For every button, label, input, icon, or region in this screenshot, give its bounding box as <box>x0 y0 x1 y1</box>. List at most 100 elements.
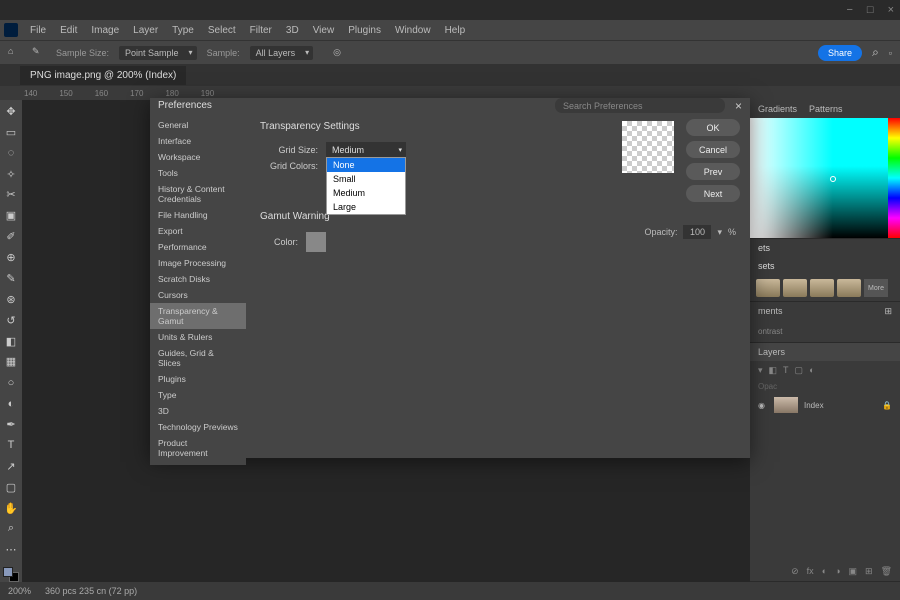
link-layers-icon[interactable]: ⊘ <box>791 566 799 577</box>
search-icon[interactable]: ⌕ <box>872 45 879 60</box>
crop-tool-icon[interactable]: ✂ <box>3 188 19 203</box>
stamp-tool-icon[interactable]: ⊛ <box>3 292 19 307</box>
color-field[interactable] <box>750 118 888 238</box>
prefs-category-transparency-gamut[interactable]: Transparency & Gamut <box>150 303 246 329</box>
search-preferences-input[interactable]: Search Preferences <box>555 98 725 113</box>
menu-image[interactable]: Image <box>85 23 125 38</box>
prefs-category-export[interactable]: Export <box>150 223 246 239</box>
prefs-category-tools[interactable]: Tools <box>150 165 246 181</box>
color-swatches[interactable] <box>3 567 19 582</box>
layer-filter-icon[interactable]: ▢ <box>795 365 804 376</box>
prev-button[interactable]: Prev <box>686 163 740 180</box>
gamut-color-swatch[interactable] <box>306 232 326 252</box>
menu-select[interactable]: Select <box>202 23 242 38</box>
path-tool-icon[interactable]: ↗ <box>3 459 19 474</box>
layer-mask-icon[interactable]: ◐ <box>822 566 827 577</box>
layer-thumbnail[interactable] <box>774 397 798 413</box>
hand-tool-icon[interactable]: ✋ <box>3 501 19 516</box>
preset-more-button[interactable]: More <box>864 279 888 297</box>
maximize-button[interactable]: □ <box>867 4 874 16</box>
prefs-category-plugins[interactable]: Plugins <box>150 371 246 387</box>
preset-thumb[interactable] <box>837 279 861 297</box>
gradient-tool-icon[interactable]: ▦ <box>3 355 19 370</box>
eyedropper-icon[interactable]: ✎ <box>32 46 46 60</box>
prefs-category-image-processing[interactable]: Image Processing <box>150 255 246 271</box>
layer-style-icon[interactable]: fx <box>807 566 814 577</box>
prefs-category-history-content-credentials[interactable]: History & Content Credentials <box>150 181 246 207</box>
menu-layer[interactable]: Layer <box>127 23 164 38</box>
prefs-category-file-handling[interactable]: File Handling <box>150 207 246 223</box>
marquee-tool-icon[interactable]: ▭ <box>3 125 19 140</box>
menu-type[interactable]: Type <box>166 23 200 38</box>
zoom-tool-icon[interactable]: ⌕ <box>3 522 19 537</box>
eraser-tool-icon[interactable]: ◧ <box>3 334 19 349</box>
pen-tool-icon[interactable]: ✒ <box>3 417 19 432</box>
prefs-category-product-improvement[interactable]: Product Improvement <box>150 435 246 461</box>
gamut-opacity-input[interactable]: 100 <box>683 225 711 239</box>
wand-tool-icon[interactable]: ✧ <box>3 167 19 182</box>
prefs-category-3d[interactable]: 3D <box>150 403 246 419</box>
dodge-tool-icon[interactable]: ◐ <box>3 396 19 411</box>
document-info[interactable]: 360 pcs 235 cn (72 pp) <box>45 586 137 596</box>
opacity-stepper-icon[interactable]: ▾ <box>717 227 722 238</box>
type-tool-icon[interactable]: T <box>3 438 19 453</box>
document-tab[interactable]: PNG image.png @ 200% (Index) <box>20 66 186 85</box>
hue-slider[interactable] <box>888 118 900 238</box>
prefs-category-guides-grid-slices[interactable]: Guides, Grid & Slices <box>150 345 246 371</box>
color-picker[interactable] <box>750 118 900 238</box>
menu-view[interactable]: View <box>307 23 341 38</box>
preset-thumb[interactable] <box>756 279 780 297</box>
prefs-category-performance[interactable]: Performance <box>150 239 246 255</box>
preset-thumb[interactable] <box>810 279 834 297</box>
layer-row[interactable]: ◉ Index 🔒 <box>750 393 900 417</box>
tab-patterns[interactable]: Patterns <box>809 104 843 114</box>
menu-file[interactable]: File <box>24 23 52 38</box>
menu-window[interactable]: Window <box>389 23 437 38</box>
layer-filter-icon[interactable]: ▾ <box>758 365 763 376</box>
lock-icon[interactable]: 🔒 <box>882 401 892 410</box>
menu-3d[interactable]: 3D <box>280 23 305 38</box>
grid-size-option-small[interactable]: Small <box>327 172 405 186</box>
share-button[interactable]: Share <box>818 45 862 61</box>
prefs-category-general[interactable]: General <box>150 117 246 133</box>
sample-ring-icon[interactable]: ◎ <box>333 47 341 58</box>
prefs-category-scratch-disks[interactable]: Scratch Disks <box>150 271 246 287</box>
brush-tool-icon[interactable]: ✎ <box>3 271 19 286</box>
blur-tool-icon[interactable]: ○ <box>3 375 19 390</box>
cancel-button[interactable]: Cancel <box>686 141 740 158</box>
menu-filter[interactable]: Filter <box>244 23 278 38</box>
group-icon[interactable]: ▣ <box>849 566 858 577</box>
close-window-button[interactable]: × <box>888 4 894 16</box>
prefs-category-units-rulers[interactable]: Units & Rulers <box>150 329 246 345</box>
lasso-tool-icon[interactable]: ◌ <box>3 146 19 161</box>
grid-size-dropdown[interactable]: Medium NoneSmallMediumLarge <box>326 142 406 157</box>
menu-plugins[interactable]: Plugins <box>342 23 387 38</box>
grid-size-option-medium[interactable]: Medium <box>327 186 405 200</box>
eyedropper-tool-icon[interactable]: ✐ <box>3 229 19 244</box>
layer-name-label[interactable]: Index <box>804 401 824 410</box>
home-icon[interactable]: ⌂ <box>8 46 22 60</box>
preset-thumb[interactable] <box>783 279 807 297</box>
prefs-category-type[interactable]: Type <box>150 387 246 403</box>
tab-gradients[interactable]: Gradients <box>758 104 797 114</box>
prefs-category-cursors[interactable]: Cursors <box>150 287 246 303</box>
grid-size-option-none[interactable]: None <box>327 158 405 172</box>
visibility-toggle-icon[interactable]: ◉ <box>758 401 768 410</box>
new-layer-icon[interactable]: ⊞ <box>865 566 873 577</box>
sample-size-select[interactable]: Point Sample <box>119 46 197 60</box>
adjustment-layer-icon[interactable]: ◑ <box>835 566 840 577</box>
move-tool-icon[interactable]: ✥ <box>3 104 19 119</box>
color-picker-ring[interactable] <box>830 176 836 182</box>
minimize-button[interactable]: − <box>846 4 852 16</box>
prefs-category-technology-previews[interactable]: Technology Previews <box>150 419 246 435</box>
workspace-menu-icon[interactable]: ▫ <box>889 48 892 58</box>
history-brush-icon[interactable]: ↺ <box>3 313 19 328</box>
prefs-category-workspace[interactable]: Workspace <box>150 149 246 165</box>
menu-help[interactable]: Help <box>439 23 472 38</box>
prefs-category-interface[interactable]: Interface <box>150 133 246 149</box>
ok-button[interactable]: OK <box>686 119 740 136</box>
frame-tool-icon[interactable]: ▣ <box>3 208 19 223</box>
close-dialog-icon[interactable]: × <box>735 99 742 113</box>
grid-size-option-large[interactable]: Large <box>327 200 405 214</box>
heal-tool-icon[interactable]: ⊕ <box>3 250 19 265</box>
